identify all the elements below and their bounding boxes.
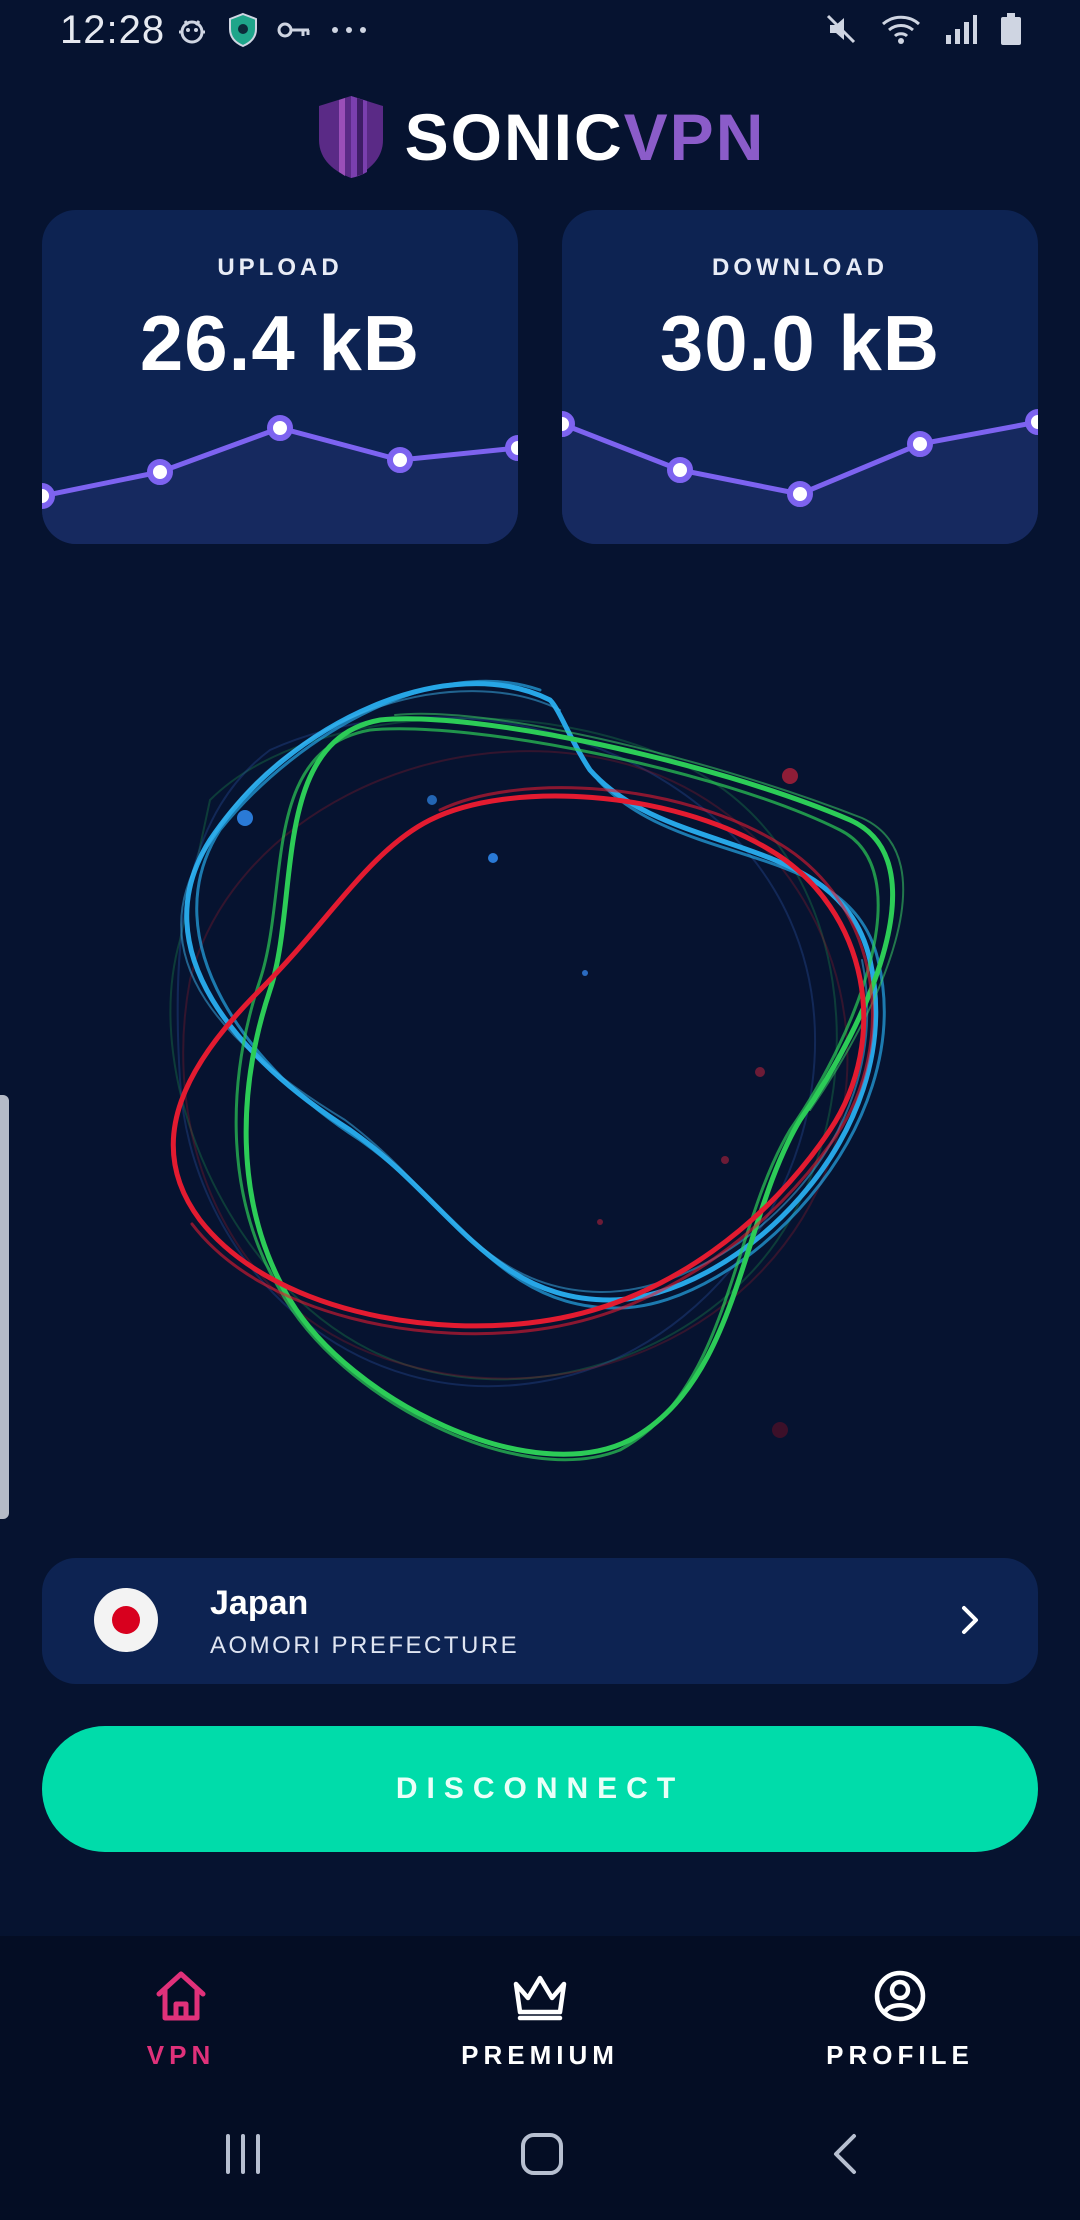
app-logo: SONICVPN — [0, 92, 1080, 182]
nav-item-premium[interactable]: PREMIUM — [390, 1936, 690, 2088]
japan-flag-icon — [94, 1588, 158, 1652]
download-sparkline — [562, 409, 1038, 544]
download-label: DOWNLOAD — [712, 254, 888, 281]
upload-point — [42, 483, 55, 509]
upload-point — [387, 447, 413, 473]
edge-panel-handle[interactable] — [0, 1095, 9, 1519]
mute-icon — [826, 14, 856, 44]
status-time: 12:28 — [60, 8, 166, 52]
connection-orb-animation — [169, 679, 905, 1462]
wifi-icon — [881, 15, 921, 44]
bug-icon — [179, 20, 205, 44]
upload-point — [267, 415, 293, 441]
flag-sun — [112, 1606, 140, 1634]
download-card: DOWNLOAD 30.0 kB — [562, 210, 1038, 544]
battery-icon — [1001, 13, 1021, 45]
upload-value: 26.4 kB — [139, 299, 421, 387]
nav-label-vpn: VPN — [146, 2040, 216, 2070]
shield-logo-icon — [318, 96, 383, 178]
user-circle-icon — [874, 1970, 926, 2022]
home-button[interactable] — [520, 2132, 564, 2176]
location-region: AOMORI PREFECTURE — [210, 1632, 520, 1659]
upload-sparkline — [42, 415, 518, 544]
upload-label: UPLOAD — [217, 254, 343, 281]
download-value: 30.0 kB — [659, 299, 941, 387]
download-point — [1025, 409, 1038, 435]
disconnect-button[interactable]: DISCONNECT — [42, 1726, 1038, 1852]
location-selector[interactable]: Japan AOMORI PREFECTURE — [42, 1558, 1038, 1684]
status-right-icons — [824, 12, 1022, 46]
recents-button[interactable] — [222, 2132, 264, 2176]
key-icon — [277, 22, 310, 38]
status-bar: 12:28 — [0, 0, 1080, 64]
crown-icon — [513, 1975, 567, 2021]
logo-word-vpn: VPN — [623, 100, 766, 174]
nav-label-profile: PROFILE — [826, 2040, 974, 2070]
download-point — [787, 481, 813, 507]
back-button[interactable] — [828, 2132, 864, 2176]
nav-label-premium: PREMIUM — [461, 2040, 619, 2070]
status-left-icons — [175, 12, 369, 48]
logo-word-sonic: SONIC — [404, 100, 624, 174]
home-icon — [156, 1971, 206, 2021]
signal-icon — [946, 15, 977, 44]
logo-text: SONICVPN — [405, 104, 766, 170]
download-point — [667, 457, 693, 483]
shield-icon — [229, 12, 257, 48]
chevron-right-icon — [962, 1606, 978, 1634]
download-point — [907, 431, 933, 457]
location-country: Japan — [210, 1584, 309, 1622]
nav-item-profile[interactable]: PROFILE — [750, 1936, 1050, 2088]
more-dots-icon — [332, 27, 366, 33]
upload-point — [505, 435, 518, 461]
nav-item-vpn[interactable]: VPN — [31, 1936, 331, 2088]
upload-point — [147, 459, 173, 485]
system-nav-bar — [0, 2088, 1080, 2220]
upload-card: UPLOAD 26.4 kB — [42, 210, 518, 544]
bottom-nav: VPN PREMIUM PROFILE — [0, 1936, 1080, 2088]
download-point — [562, 411, 575, 437]
